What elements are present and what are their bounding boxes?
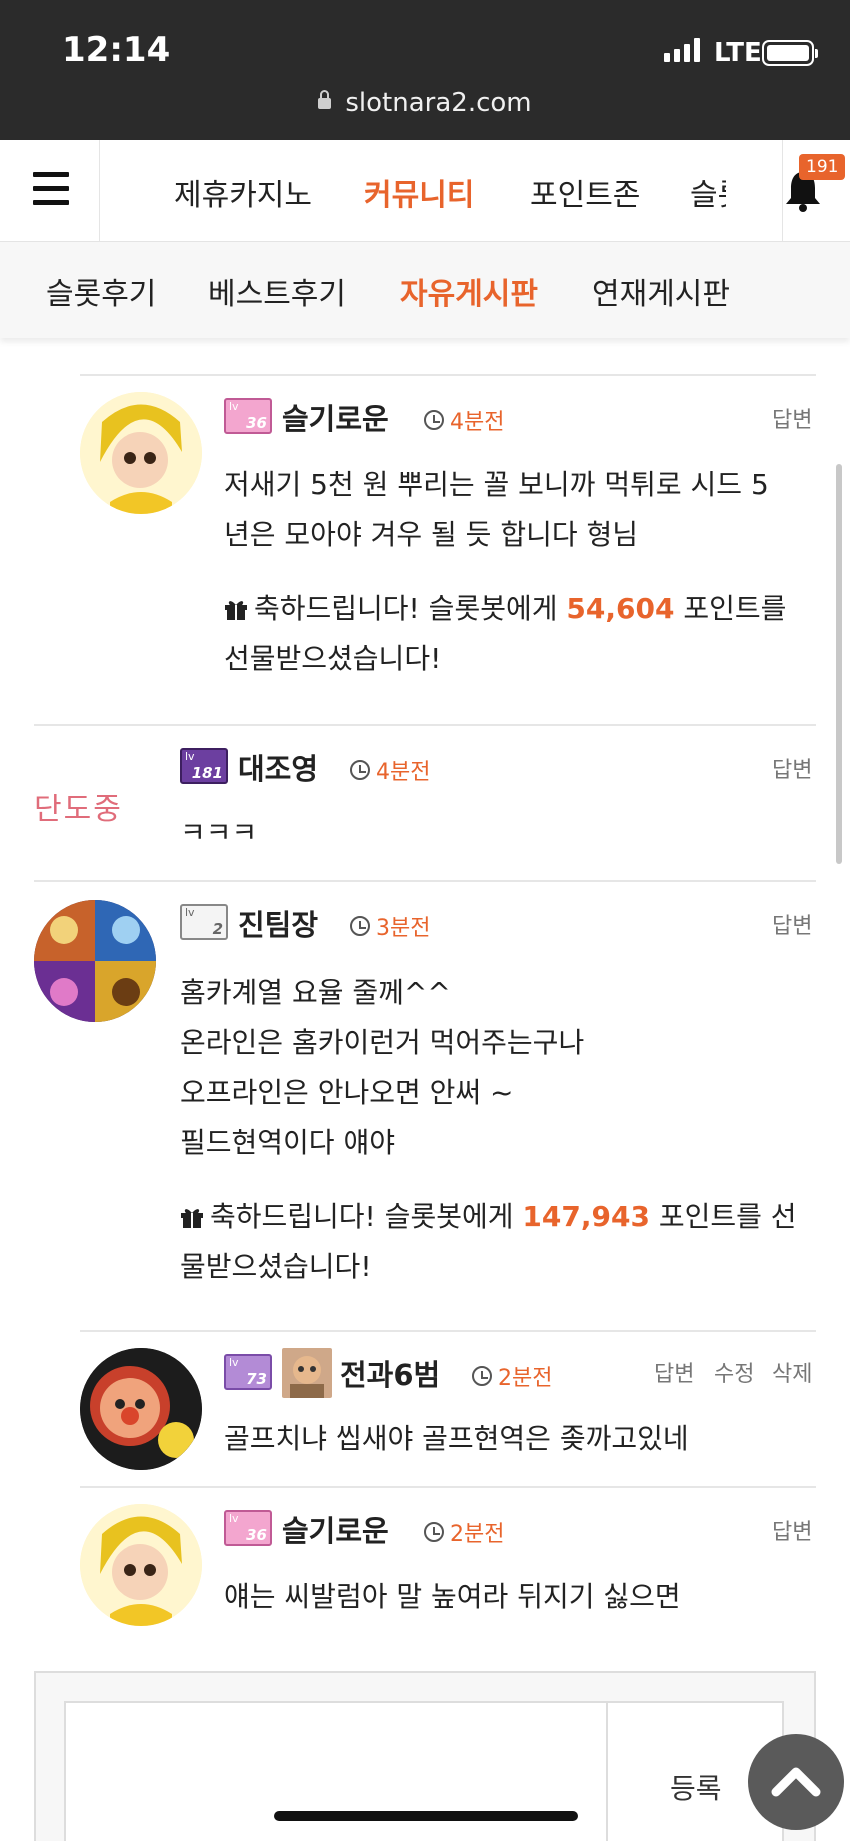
comment-text: 오프라인은 안나오면 안써 ~ <box>180 1076 514 1109</box>
username[interactable]: 슬기로운 <box>282 396 389 438</box>
home-indicator[interactable] <box>274 1811 578 1821</box>
address-bar[interactable]: slotnara2.com <box>0 88 850 118</box>
network-label: LTE <box>714 38 762 68</box>
level-badge: lv 2 <box>180 904 228 940</box>
comment-text: 저새기 5천 원 뿌리는 꼴 보니까 먹튀로 시드 5 <box>224 468 769 501</box>
divider <box>34 724 816 726</box>
clock-icon <box>424 410 444 430</box>
sub-nav: 슬롯후기 베스트후기 자유게시판 연재게시판 <box>0 242 850 338</box>
comment-text: ㅋㅋㅋ <box>180 816 258 849</box>
reply-button[interactable]: 답변 <box>654 1356 694 1388</box>
top-nav-item-points[interactable]: 포인트존 <box>530 170 640 214</box>
sub-nav-item-slot-review[interactable]: 슬롯후기 <box>46 269 156 313</box>
top-nav: 제휴카지노 커뮤니티 포인트존 슬롯 191 <box>0 140 850 242</box>
sub-nav-item-free-board[interactable]: 자유게시판 <box>400 269 538 313</box>
sub-nav-item-serial-board[interactable]: 연재게시판 <box>592 269 730 313</box>
timestamp: 2분전 <box>472 1360 552 1392</box>
delete-button[interactable]: 삭제 <box>772 1356 812 1388</box>
gift-notice: 축하드립니다! 슬롯봇에게 54,604 포인트를 <box>224 584 786 634</box>
avatar <box>80 1348 202 1470</box>
avatar <box>80 392 202 514</box>
gift-icon <box>180 1194 204 1228</box>
level-badge: lv 181 <box>180 748 228 784</box>
avatar-game-collage-icon <box>34 900 156 1022</box>
page-scrollbar[interactable] <box>836 464 842 864</box>
avatar-text: 단도중 <box>34 792 123 827</box>
comment-list: lv 36 슬기로운 4분전 답변 저새기 5천 원 뿌리는 꼴 보니까 먹튀로 … <box>0 338 850 1841</box>
reply-button[interactable]: 답변 <box>772 402 812 434</box>
gift-notice-line2: 물받으셨습니다! <box>180 1250 372 1283</box>
timestamp: 3분전 <box>350 910 430 942</box>
submit-button[interactable]: 등록 <box>670 1767 722 1807</box>
comment-text: 필드현역이다 얘야 <box>180 1126 395 1159</box>
status-bar: 12:14 LTE slotnara2.com <box>0 0 850 140</box>
username[interactable]: 대조영 <box>238 746 318 788</box>
gift-icon <box>224 586 248 620</box>
notification-badge: 191 <box>799 154 846 180</box>
chevron-up-icon <box>771 1767 821 1797</box>
edit-button[interactable]: 수정 <box>714 1356 754 1388</box>
lock-icon <box>318 90 332 109</box>
clock-icon <box>424 1522 444 1542</box>
reply-button[interactable]: 답변 <box>772 1514 812 1546</box>
avatar-character-icon <box>80 1504 202 1626</box>
top-nav-item-community[interactable]: 커뮤니티 <box>364 170 474 214</box>
timestamp: 2분전 <box>424 1516 504 1548</box>
points-value: 54,604 <box>566 592 675 625</box>
status-time: 12:14 <box>62 30 171 70</box>
signal-icon <box>664 38 700 62</box>
battery-icon <box>762 40 818 66</box>
reply-button[interactable]: 답변 <box>772 752 812 784</box>
username[interactable]: 진팀장 <box>238 902 318 944</box>
clock-icon <box>350 916 370 936</box>
user-icon <box>282 1348 332 1398</box>
timestamp: 4분전 <box>424 404 504 436</box>
top-nav-items: 제휴카지노 커뮤니티 포인트존 슬롯 <box>100 140 726 242</box>
divider <box>80 374 816 376</box>
gift-notice-line2: 선물받으셨습니다! <box>224 642 442 675</box>
top-nav-item-affiliate[interactable]: 제휴카지노 <box>174 170 312 214</box>
gift-notice: 축하드립니다! 슬롯봇에게 147,943 포인트를 선 <box>180 1192 797 1242</box>
avatar <box>80 1504 202 1626</box>
notification-button[interactable]: 191 <box>782 140 850 242</box>
avatar-character-icon <box>80 392 202 514</box>
avatar <box>34 900 156 1022</box>
divider <box>80 1330 816 1332</box>
hamburger-icon <box>33 172 69 177</box>
hamburger-menu-button[interactable] <box>0 140 100 242</box>
level-badge: lv 73 <box>224 1354 272 1390</box>
level-badge: lv 36 <box>224 1510 272 1546</box>
avatar: 단도중 <box>24 742 146 864</box>
comment-text: 홈카계열 요율 줄께^^ <box>180 976 451 1009</box>
points-value: 147,943 <box>522 1200 650 1233</box>
divider <box>606 1703 608 1841</box>
comment-text: 년은 모아야 겨우 될 듯 합니다 형님 <box>224 518 639 551</box>
clock-icon <box>350 760 370 780</box>
divider <box>80 1486 816 1488</box>
top-nav-item-slot[interactable]: 슬롯 <box>690 170 726 214</box>
level-badge: lv 36 <box>224 398 272 434</box>
username[interactable]: 전과6범 <box>340 1352 440 1394</box>
comment-text: 얘는 씨발럼아 말 높여라 뒤지기 싫으면 <box>224 1580 681 1613</box>
username[interactable]: 슬기로운 <box>282 1508 389 1550</box>
user-emblem-icon <box>290 1356 324 1398</box>
comment-text: 온라인은 홈카이런거 먹어주는구나 <box>180 1026 585 1059</box>
url-text: slotnara2.com <box>345 88 532 118</box>
reply-button[interactable]: 답변 <box>772 908 812 940</box>
clock-icon <box>472 1366 492 1386</box>
timestamp: 4분전 <box>350 754 430 786</box>
scroll-to-top-button[interactable] <box>748 1734 844 1830</box>
sub-nav-item-best-review[interactable]: 베스트후기 <box>208 269 346 313</box>
comment-text: 골프치냐 씹새야 골프현역은 좆까고있네 <box>224 1422 689 1455</box>
avatar-character-icon <box>80 1348 202 1470</box>
divider <box>34 880 816 882</box>
